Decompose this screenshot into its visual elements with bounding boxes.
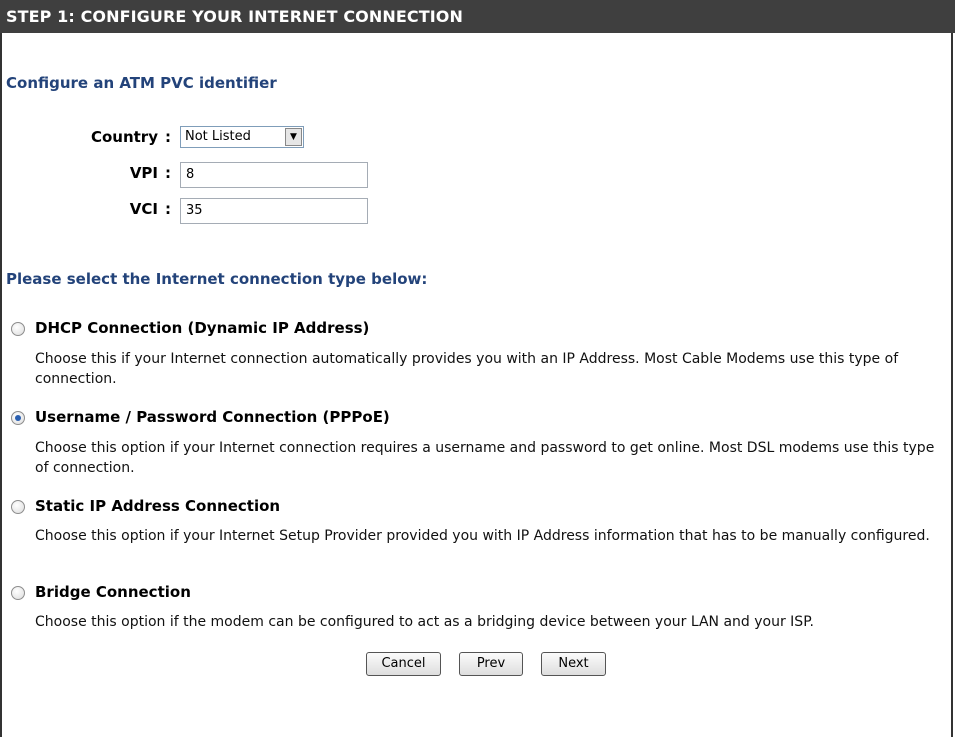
country-label: Country xyxy=(90,128,158,146)
connection-type-heading: Please select the Internet connection ty… xyxy=(6,270,428,288)
atm-section-heading: Configure an ATM PVC identifier xyxy=(6,74,277,92)
vpi-row: VPI : 8 xyxy=(0,160,400,188)
dhcp-radio[interactable] xyxy=(11,322,25,336)
vci-label: VCI xyxy=(129,200,158,218)
static-ip-radio[interactable] xyxy=(11,500,25,514)
dhcp-option-description: Choose this if your Internet connection … xyxy=(35,351,899,387)
pppoe-option-description: Choose this option if your Internet conn… xyxy=(35,440,935,476)
wizard-page: STEP 1: CONFIGURE YOUR INTERNET CONNECTI… xyxy=(0,0,955,737)
bridge-option-description: Choose this option if the modem can be c… xyxy=(35,614,814,630)
country-row: Country : Not Listed ▼ xyxy=(0,124,400,150)
vci-input[interactable]: 35 xyxy=(180,198,368,224)
prev-button[interactable]: Prev xyxy=(459,652,523,676)
vpi-input[interactable]: 8 xyxy=(180,162,368,188)
vci-row: VCI : 35 xyxy=(0,196,400,224)
next-button[interactable]: Next xyxy=(541,652,606,676)
step-header: STEP 1: CONFIGURE YOUR INTERNET CONNECTI… xyxy=(0,0,955,33)
vpi-colon: : xyxy=(165,164,171,182)
bridge-option-title[interactable]: Bridge Connection xyxy=(35,583,191,601)
country-select[interactable]: Not Listed ▼ xyxy=(180,126,304,148)
cancel-button[interactable]: Cancel xyxy=(366,652,441,676)
pppoe-option-title[interactable]: Username / Password Connection (PPPoE) xyxy=(35,408,390,426)
country-select-value: Not Listed xyxy=(185,129,251,144)
vci-colon: : xyxy=(165,200,171,218)
static-ip-option-title[interactable]: Static IP Address Connection xyxy=(35,497,280,515)
country-colon: : xyxy=(165,128,171,146)
pppoe-radio[interactable] xyxy=(11,411,25,425)
bridge-radio[interactable] xyxy=(11,586,25,600)
vpi-label: VPI xyxy=(129,164,158,182)
static-ip-option-description: Choose this option if your Internet Setu… xyxy=(35,528,930,544)
chevron-down-icon[interactable]: ▼ xyxy=(285,128,302,146)
dhcp-option-title[interactable]: DHCP Connection (Dynamic IP Address) xyxy=(35,319,369,337)
